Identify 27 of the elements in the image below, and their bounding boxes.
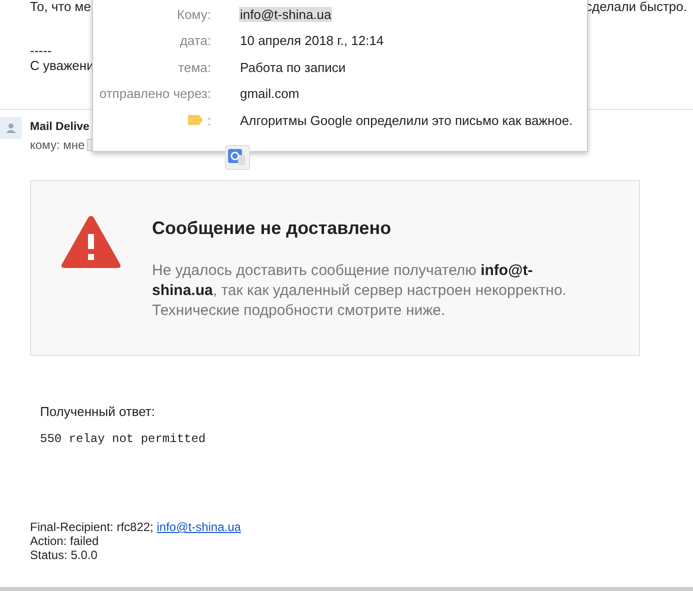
recipient-line: Final-Recipient: rfc822; info@t-shina.ua bbox=[30, 520, 242, 534]
detail-value: 10 апреля 2018 г., 12:14 bbox=[239, 33, 385, 48]
sender-name: Mail Delive bbox=[30, 121, 90, 133]
detail-label: дата: bbox=[180, 33, 211, 48]
detail-value: gmail.com bbox=[239, 86, 300, 102]
action-line: Action: failed bbox=[30, 534, 100, 548]
error-description: Не удалось доставить сообщение получателю info@t-shina.ua, так как удаленный сервер настроен некорректно. Технические подробности смотрите ниже. bbox=[152, 261, 568, 321]
error-title: Сообщение не доставлено bbox=[152, 218, 392, 239]
message-text: То, что ме bbox=[30, 0, 91, 13]
recipient-text: кому: мне bbox=[30, 138, 85, 152]
warning-icon bbox=[60, 214, 122, 270]
importance-tag-icon bbox=[188, 115, 204, 126]
email-link[interactable]: info@t-shina.ua bbox=[156, 520, 241, 534]
status-line: Status: 5.0.0 bbox=[30, 548, 98, 562]
translate-icon[interactable] bbox=[225, 145, 250, 170]
signature-separator: ----- bbox=[30, 44, 53, 58]
detail-label: : bbox=[207, 112, 211, 128]
response-label: Полученный ответ: bbox=[40, 404, 156, 419]
detail-label: отправлено через: bbox=[99, 86, 211, 102]
response-code: 550 relay not permitted bbox=[40, 432, 207, 446]
detail-label: тема: bbox=[178, 60, 211, 75]
detail-value: info@t-shina.ua bbox=[239, 6, 332, 22]
detail-value: Работа по записи bbox=[239, 60, 347, 75]
detail-label: Кому: bbox=[177, 6, 211, 22]
signature-text: С уважени bbox=[30, 58, 94, 74]
detail-value: Алгоритмы Google определили это письмо как важное. bbox=[239, 112, 574, 128]
avatar-icon bbox=[0, 117, 22, 139]
